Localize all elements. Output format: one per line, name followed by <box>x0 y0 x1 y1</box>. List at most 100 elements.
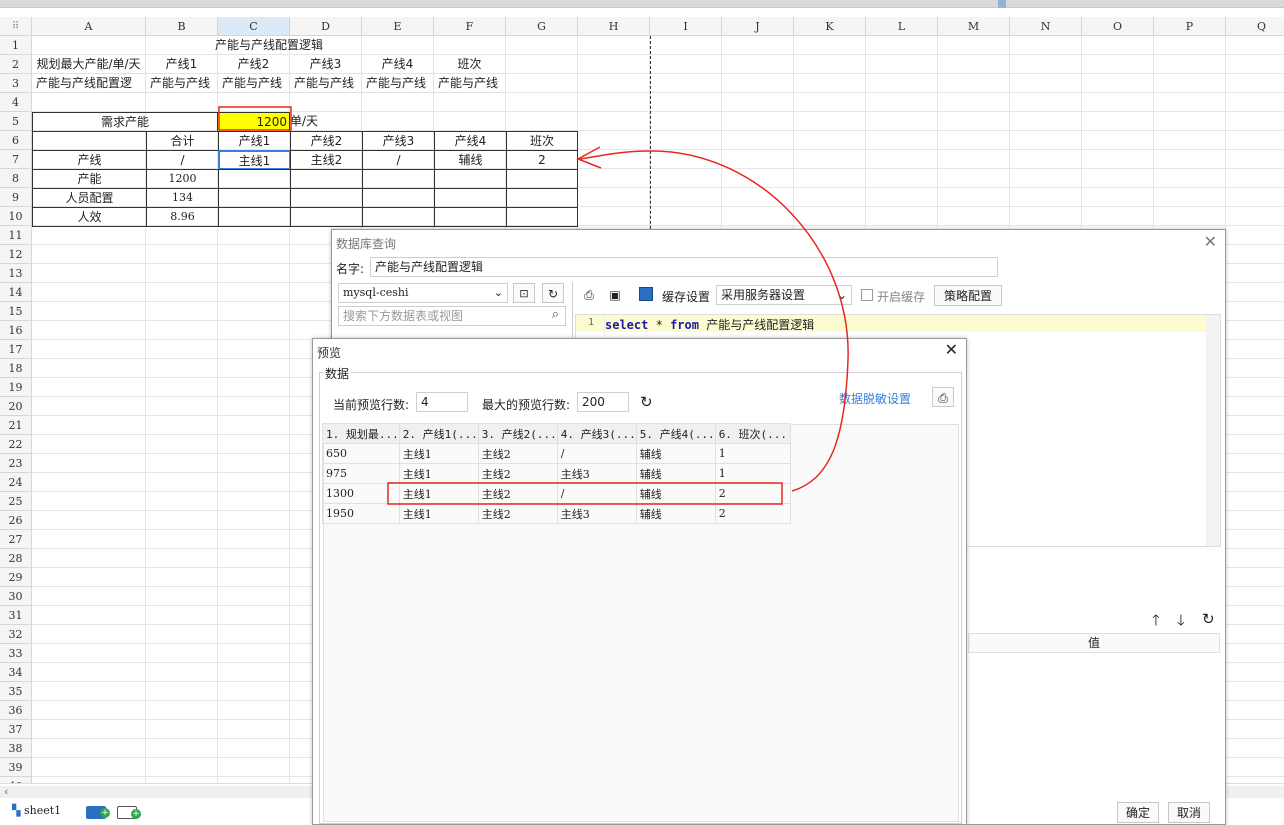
query-name-input[interactable]: 产能与产线配置逻辑 <box>370 257 998 277</box>
col-header-e[interactable]: E <box>362 17 434 36</box>
cell-c9[interactable] <box>218 188 291 208</box>
refresh-params-icon[interactable]: ↻ <box>1202 610 1215 628</box>
col-header-p[interactable]: P <box>1154 17 1226 36</box>
preview-col-3[interactable]: 3. 产线2(... <box>477 423 558 444</box>
row-header[interactable]: 14 <box>0 283 32 302</box>
col-header-h[interactable]: H <box>578 17 650 36</box>
cell-f10[interactable] <box>434 207 507 227</box>
cell-d6[interactable]: 产线2 <box>290 131 363 151</box>
col-header-m[interactable]: M <box>938 17 1010 36</box>
cell-g8[interactable] <box>506 169 578 189</box>
refresh-preview-icon[interactable]: ↻ <box>640 393 653 411</box>
cell-c2[interactable]: 产线2 <box>218 55 290 74</box>
db-dialog-close-icon[interactable]: ✕ <box>1204 232 1217 251</box>
demand-label-cell[interactable]: 需求产能 <box>32 112 218 132</box>
table-row[interactable]: 975 主线1 主线2 主线3 辅线 1 <box>322 463 791 484</box>
row-header[interactable]: 21 <box>0 416 32 435</box>
col-header-a[interactable]: A <box>32 17 146 36</box>
row-header[interactable]: 3 <box>0 74 32 93</box>
sheet-tab-sheet1[interactable]: ▚ sheet1 <box>12 804 61 817</box>
cell-a8[interactable]: 产能 <box>32 169 147 189</box>
cell-g10[interactable] <box>506 207 578 227</box>
cell-d7[interactable]: 主线2 <box>290 150 363 170</box>
col-header-f[interactable]: F <box>434 17 506 36</box>
row-header[interactable]: 30 <box>0 587 32 606</box>
row-header[interactable]: 2 <box>0 55 32 74</box>
preview-col-5[interactable]: 5. 产线4(... <box>635 423 716 444</box>
cell-d3[interactable]: 产能与产线 <box>290 74 362 93</box>
row-header[interactable]: 25 <box>0 492 32 511</box>
sheet-title[interactable]: 产能与产线配置逻辑 <box>32 36 506 55</box>
row-header[interactable]: 23 <box>0 454 32 473</box>
row-header[interactable]: 15 <box>0 302 32 321</box>
cell-a6[interactable] <box>32 131 147 151</box>
desensitize-settings-link[interactable]: 数据脱敏设置 <box>839 390 911 407</box>
move-down-icon[interactable]: 🡓 <box>1177 610 1185 635</box>
row-header[interactable]: 20 <box>0 397 32 416</box>
row-header[interactable]: 12 <box>0 245 32 264</box>
row-header[interactable]: 27 <box>0 530 32 549</box>
cell-g6[interactable]: 班次 <box>506 131 578 151</box>
cell-c8[interactable] <box>218 169 291 189</box>
row-header[interactable]: 37 <box>0 720 32 739</box>
refresh-connection-icon[interactable]: ↻ <box>542 283 564 303</box>
cell-g9[interactable] <box>506 188 578 208</box>
preview-col-2[interactable]: 2. 产线1(... <box>398 423 479 444</box>
sql-vertical-scrollbar[interactable] <box>1206 315 1220 546</box>
cell-f8[interactable] <box>434 169 507 189</box>
add-sheet-icon[interactable]: + <box>86 806 110 819</box>
cell-d9[interactable] <box>290 188 363 208</box>
row-header[interactable]: 9 <box>0 188 32 207</box>
row-header[interactable]: 10 <box>0 207 32 226</box>
row-header[interactable]: 19 <box>0 378 32 397</box>
col-header-i[interactable]: I <box>650 17 722 36</box>
cell-e9[interactable] <box>362 188 435 208</box>
cell-e6[interactable]: 产线3 <box>362 131 435 151</box>
cell-b2[interactable]: 产线1 <box>146 55 218 74</box>
cell-f7[interactable]: 辅线 <box>434 150 507 170</box>
preview-col-1[interactable]: 1. 规划最... <box>322 423 400 444</box>
col-header-b[interactable]: B <box>146 17 218 36</box>
col-header-l[interactable]: L <box>866 17 938 36</box>
col-header-q[interactable]: Q <box>1226 17 1284 36</box>
row-header[interactable]: 26 <box>0 511 32 530</box>
strategy-config-button[interactable]: 策略配置 <box>934 285 1002 306</box>
row-header[interactable]: 7 <box>0 150 32 169</box>
row-header[interactable]: 24 <box>0 473 32 492</box>
cell-a3[interactable]: 产能与产线配置逻 <box>32 74 146 93</box>
row-header[interactable]: 22 <box>0 435 32 454</box>
row-header[interactable]: 17 <box>0 340 32 359</box>
col-header-o[interactable]: O <box>1082 17 1154 36</box>
cell-e10[interactable] <box>362 207 435 227</box>
add-report-icon[interactable]: + <box>117 806 141 819</box>
demand-value-cell[interactable]: 1200 <box>217 112 290 132</box>
cache-select[interactable]: 采用服务器设置 ⌄ <box>716 285 852 305</box>
preview-close-icon[interactable]: ✕ <box>945 340 958 359</box>
row-header[interactable]: 34 <box>0 663 32 682</box>
cell-b6[interactable]: 合计 <box>146 131 219 151</box>
cell-e2[interactable]: 产线4 <box>362 55 434 74</box>
cell-c6[interactable]: 产线1 <box>218 131 291 151</box>
cell-d8[interactable] <box>290 169 363 189</box>
row-header[interactable]: 31 <box>0 606 32 625</box>
cell-a9[interactable]: 人员配置 <box>32 188 147 208</box>
row-header[interactable]: 5 <box>0 112 32 131</box>
cell-c7-selected[interactable]: 主线1 <box>218 150 291 170</box>
cell-d10[interactable] <box>290 207 363 227</box>
cell-c10[interactable] <box>218 207 291 227</box>
row-header[interactable]: 38 <box>0 739 32 758</box>
col-header-g[interactable]: G <box>506 17 578 36</box>
col-header-j[interactable]: J <box>722 17 794 36</box>
preview-export-icon[interactable]: ⎙ <box>932 387 954 407</box>
row-header[interactable]: 16 <box>0 321 32 340</box>
row-header[interactable]: 28 <box>0 549 32 568</box>
select-all-corner[interactable]: ⠿ <box>0 17 32 36</box>
save-icon[interactable]: ▣ <box>606 285 624 303</box>
cell-e7[interactable]: / <box>362 150 435 170</box>
row-header[interactable]: 4 <box>0 93 32 112</box>
cell-b7[interactable]: / <box>146 150 219 170</box>
row-header[interactable]: 8 <box>0 169 32 188</box>
cancel-button[interactable]: 取消 <box>1168 802 1210 823</box>
ok-button[interactable]: 确定 <box>1117 802 1159 823</box>
col-header-d[interactable]: D <box>290 17 362 36</box>
